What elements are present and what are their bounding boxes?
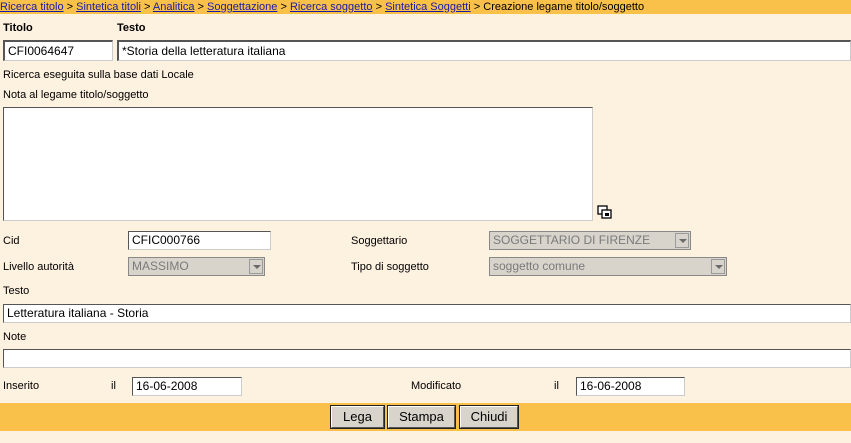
testo-title-field[interactable]: *Storia della letteratura italiana [117, 40, 851, 61]
chiudi-button[interactable]: Chiudi [459, 405, 519, 429]
breadcrumb-separator: > [473, 1, 481, 13]
expand-textarea-icon[interactable] [597, 205, 614, 221]
cid-field[interactable]: CFIC000766 [128, 231, 271, 250]
breadcrumb-separator: > [197, 1, 204, 13]
nota-textarea[interactable] [3, 107, 593, 221]
tipo-value: soggetto comune [493, 259, 586, 273]
chevron-down-icon[interactable] [711, 259, 725, 274]
breadcrumb-separator: > [66, 1, 74, 13]
note-label: Note [3, 331, 27, 343]
breadcrumb-separator: > [144, 1, 151, 13]
breadcrumb-link-analitica[interactable]: Analitica [153, 1, 195, 13]
chevron-down-icon[interactable] [675, 233, 689, 248]
cid-label: Cid [3, 235, 20, 247]
breadcrumb: Ricerca titolo > Sintetica titoli > Anal… [0, 0, 851, 14]
lega-button[interactable]: Lega [330, 405, 385, 429]
modificato-field[interactable]: 16-06-2008 [576, 377, 685, 396]
breadcrumb-link-sintetica-titoli[interactable]: Sintetica titoli [76, 1, 141, 13]
inserito-label: Inserito [3, 380, 40, 392]
titolo-header: Titolo [3, 22, 33, 34]
chevron-down-icon[interactable] [249, 259, 263, 274]
modificato-il-label: il [554, 380, 559, 392]
livello-label: Livello autorità [3, 261, 74, 273]
tipo-label: Tipo di soggetto [351, 261, 429, 273]
note-field[interactable] [3, 349, 851, 368]
testo-header: Testo [117, 22, 146, 34]
breadcrumb-link-ricerca-soggetto[interactable]: Ricerca soggetto [290, 1, 373, 13]
breadcrumb-current: Creazione legame titolo/soggetto [483, 1, 645, 13]
titolo-field[interactable]: CFI0064647 [3, 40, 113, 61]
modificato-label: Modificato [411, 380, 462, 392]
breadcrumb-separator: > [375, 1, 382, 13]
nota-label: Nota al legame titolo/soggetto [3, 89, 149, 101]
tipo-select[interactable]: soggetto comune [489, 257, 727, 276]
breadcrumb-link-sintetica-soggetti[interactable]: Sintetica Soggetti [385, 1, 471, 13]
livello-value: MASSIMO [132, 259, 189, 273]
testo-field[interactable]: Letteratura italiana - Storia [3, 304, 851, 323]
soggettario-value: SOGGETTARIO DI FIRENZE [493, 233, 651, 247]
search-info: Ricerca eseguita sulla base dati Locale [3, 69, 194, 81]
inserito-field[interactable]: 16-06-2008 [132, 377, 242, 396]
breadcrumb-separator: > [280, 1, 287, 13]
soggettario-select[interactable]: SOGGETTARIO DI FIRENZE [489, 231, 691, 250]
testo-label: Testo [3, 285, 30, 297]
soggettario-label: Soggettario [351, 235, 408, 247]
livello-select[interactable]: MASSIMO [128, 257, 265, 276]
inserito-il-label: il [111, 380, 116, 392]
stampa-button[interactable]: Stampa [387, 405, 456, 429]
breadcrumb-link-ricerca-titolo[interactable]: Ricerca titolo [0, 1, 64, 13]
breadcrumb-link-soggettazione[interactable]: Soggettazione [207, 1, 277, 13]
